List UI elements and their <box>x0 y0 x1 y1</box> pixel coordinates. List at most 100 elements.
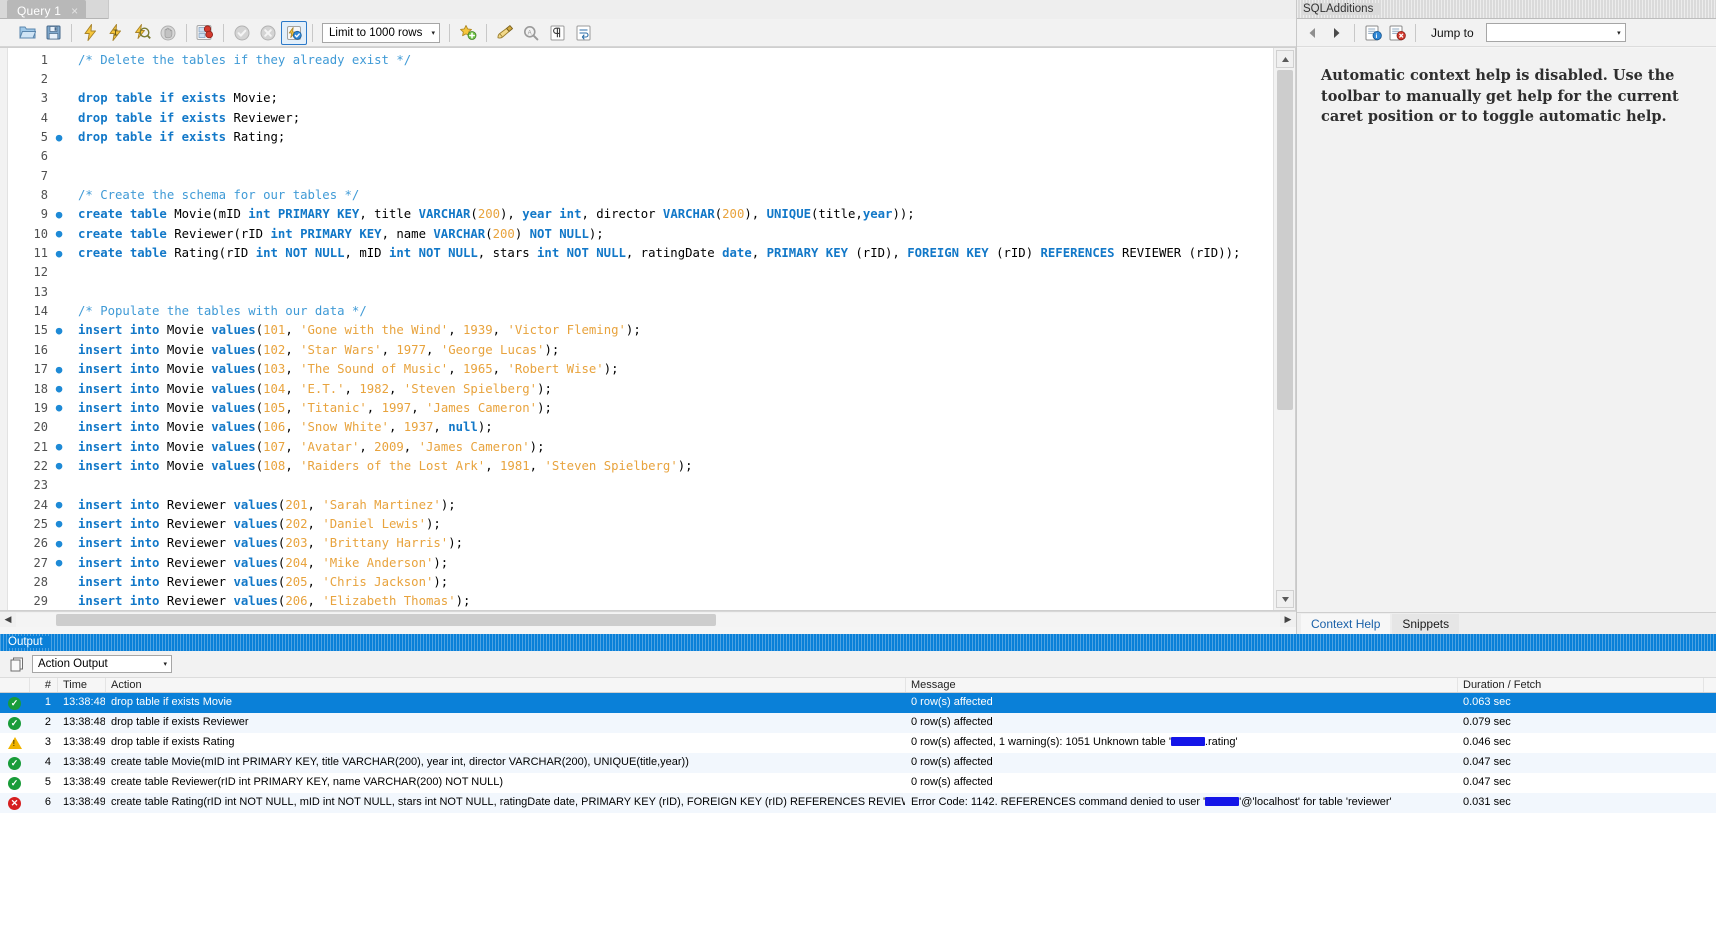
stop-statement-icon[interactable] <box>155 21 181 45</box>
code-line[interactable]: 29insert into Reviewer values(206, 'Eliz… <box>8 592 1273 610</box>
code-line[interactable]: 21●insert into Movie values(107, 'Avatar… <box>8 437 1273 456</box>
code-line[interactable]: 14/* Populate the tables with our data *… <box>8 301 1273 320</box>
tab-snippets[interactable]: Snippets <box>1392 614 1459 634</box>
code-line[interactable]: 4drop table if exists Reviewer; <box>8 108 1273 127</box>
code-token-pl: ), <box>744 207 766 221</box>
code-token-pl: , <box>389 420 404 434</box>
save-sql-script-icon[interactable] <box>40 21 66 45</box>
table-row[interactable]: ✕613:38:49create table Rating(rID int NO… <box>0 793 1716 813</box>
code-token-kw: insert into <box>78 575 159 589</box>
code-token-pl: ); <box>448 536 463 550</box>
code-line[interactable]: 18●insert into Movie values(104, 'E.T.',… <box>8 379 1273 398</box>
table-row[interactable]: 313:38:49drop table if exists Rating0 ro… <box>0 733 1716 753</box>
code-line[interactable]: 2 <box>8 69 1273 88</box>
code-line[interactable]: 17●insert into Movie values(103, 'The So… <box>8 360 1273 379</box>
table-row[interactable]: ✓113:38:48drop table if exists Movie0 ro… <box>0 693 1716 713</box>
code-line[interactable]: 11●create table Rating(rID int NOT NULL,… <box>8 243 1273 262</box>
toggle-automatic-help-icon[interactable] <box>1386 22 1408 44</box>
output-panel-title: Output <box>8 636 49 648</box>
code-line[interactable]: 16insert into Movie values(102, 'Star Wa… <box>8 340 1273 359</box>
code-line[interactable]: 7 <box>8 166 1273 185</box>
find-panel-icon[interactable]: A <box>518 21 544 45</box>
cell-number: 1 <box>30 693 58 713</box>
wrap-long-lines-icon[interactable] <box>570 21 596 45</box>
code-line[interactable]: 6 <box>8 147 1273 166</box>
sql-code-area[interactable]: 1/* Delete the tables if they already ex… <box>8 48 1273 610</box>
code-line[interactable]: 9●create table Movie(mID int PRIMARY KEY… <box>8 205 1273 224</box>
code-line[interactable]: 3drop table if exists Movie; <box>8 89 1273 108</box>
toggle-invisible-chars-icon[interactable] <box>544 21 570 45</box>
statement-marker-icon: ● <box>48 383 70 394</box>
code-line[interactable]: 28insert into Reviewer values(205, 'Chri… <box>8 572 1273 591</box>
line-number: 2 <box>8 72 48 86</box>
back-icon[interactable] <box>1301 22 1323 44</box>
output-view-select[interactable]: Action Output ▾ <box>32 655 172 673</box>
context-help-icon[interactable]: i <box>1362 22 1384 44</box>
scroll-left-icon[interactable]: ◀ <box>0 612 16 628</box>
line-number: 26 <box>8 536 48 550</box>
code-line[interactable]: 23 <box>8 476 1273 495</box>
open-sql-script-icon[interactable] <box>14 21 40 45</box>
table-row[interactable]: ✓513:38:49create table Reviewer(rID int … <box>0 773 1716 793</box>
code-line[interactable]: 5●drop table if exists Rating; <box>8 127 1273 146</box>
code-token-com: /* Create the schema for our tables */ <box>78 188 359 202</box>
rollback-transaction-icon[interactable] <box>255 21 281 45</box>
scroll-right-icon[interactable]: ▶ <box>1280 612 1296 628</box>
cell-time: 13:38:49 <box>58 733 106 753</box>
code-token-kw: values <box>211 459 255 473</box>
statement-marker-icon: ● <box>48 325 70 336</box>
code-token-num: 201 <box>285 498 307 512</box>
close-icon[interactable]: × <box>71 5 78 17</box>
code-token-num: 102 <box>263 343 285 357</box>
table-row[interactable]: ✓413:38:49create table Movie(mID int PRI… <box>0 753 1716 773</box>
execute-current-statement-icon[interactable] <box>103 21 129 45</box>
cell-action: create table Reviewer(rID int PRIMARY KE… <box>106 773 906 793</box>
code-line[interactable]: 22●insert into Movie values(108, 'Raider… <box>8 456 1273 475</box>
beautify-query-icon[interactable] <box>492 21 518 45</box>
code-line[interactable]: 10●create table Reviewer(rID int PRIMARY… <box>8 224 1273 243</box>
scroll-down-icon[interactable] <box>1276 590 1294 608</box>
code-token-pl: ( <box>256 440 263 454</box>
horizontal-scroll-thumb[interactable] <box>56 614 716 626</box>
sql-editor[interactable]: 1/* Delete the tables if they already ex… <box>0 47 1296 611</box>
code-line[interactable]: 26●insert into Reviewer values(203, 'Bri… <box>8 534 1273 553</box>
forward-icon[interactable] <box>1325 22 1347 44</box>
code-line[interactable]: 15●insert into Movie values(101, 'Gone w… <box>8 321 1273 340</box>
code-line[interactable]: 25●insert into Reviewer values(202, 'Dan… <box>8 514 1273 533</box>
context-help-body: Automatic context help is disabled. Use … <box>1297 48 1716 612</box>
code-line[interactable]: 12 <box>8 263 1273 282</box>
tab-context-help[interactable]: Context Help <box>1301 614 1390 634</box>
commit-transaction-icon[interactable] <box>229 21 255 45</box>
horizontal-scroll-track[interactable] <box>16 613 1280 627</box>
statement-marker-icon: ● <box>48 499 70 510</box>
tab-query-1[interactable]: Query 1 × <box>7 0 86 19</box>
toolbar-divider <box>486 24 487 42</box>
code-line[interactable]: 27●insert into Reviewer values(204, 'Mik… <box>8 553 1273 572</box>
scroll-up-icon[interactable] <box>1276 50 1294 68</box>
code-token-kw: values <box>211 323 255 337</box>
success-icon: ✓ <box>0 753 30 773</box>
add-snippet-icon[interactable] <box>455 21 481 45</box>
jump-to-select[interactable]: ▾ <box>1486 23 1626 42</box>
code-line[interactable]: 24●insert into Reviewer values(201, 'Sar… <box>8 495 1273 514</box>
code-line[interactable]: 19●insert into Movie values(105, 'Titani… <box>8 398 1273 417</box>
toggle-autocommit-icon[interactable] <box>281 21 307 45</box>
code-line[interactable]: 1/* Delete the tables if they already ex… <box>8 50 1273 69</box>
action-output-grid[interactable]: # Time Action Message Duration / Fetch ✓… <box>0 677 1716 925</box>
editor-vertical-scrollbar[interactable] <box>1273 48 1295 610</box>
execute-statement-icon[interactable] <box>77 21 103 45</box>
row-limit-select[interactable]: Limit to 1000 rows ▾ <box>322 23 440 43</box>
toggle-stop-on-error-icon[interactable] <box>192 21 218 45</box>
explain-statement-icon[interactable] <box>129 21 155 45</box>
line-number: 17 <box>8 362 48 376</box>
cell-number: 2 <box>30 713 58 733</box>
code-token-kw: drop table if exists <box>78 91 226 105</box>
cell-message: 0 row(s) affected <box>906 773 1458 793</box>
code-line[interactable]: 13 <box>8 282 1273 301</box>
code-token-pl: Reviewer <box>159 556 233 570</box>
code-line[interactable]: 8/* Create the schema for our tables */ <box>8 185 1273 204</box>
editor-horizontal-scrollbar[interactable]: ◀ ▶ <box>0 611 1296 627</box>
code-line[interactable]: 20insert into Movie values(106, 'Snow Wh… <box>8 418 1273 437</box>
table-row[interactable]: ✓213:38:48drop table if exists Reviewer0… <box>0 713 1716 733</box>
vertical-scroll-thumb[interactable] <box>1277 70 1293 410</box>
